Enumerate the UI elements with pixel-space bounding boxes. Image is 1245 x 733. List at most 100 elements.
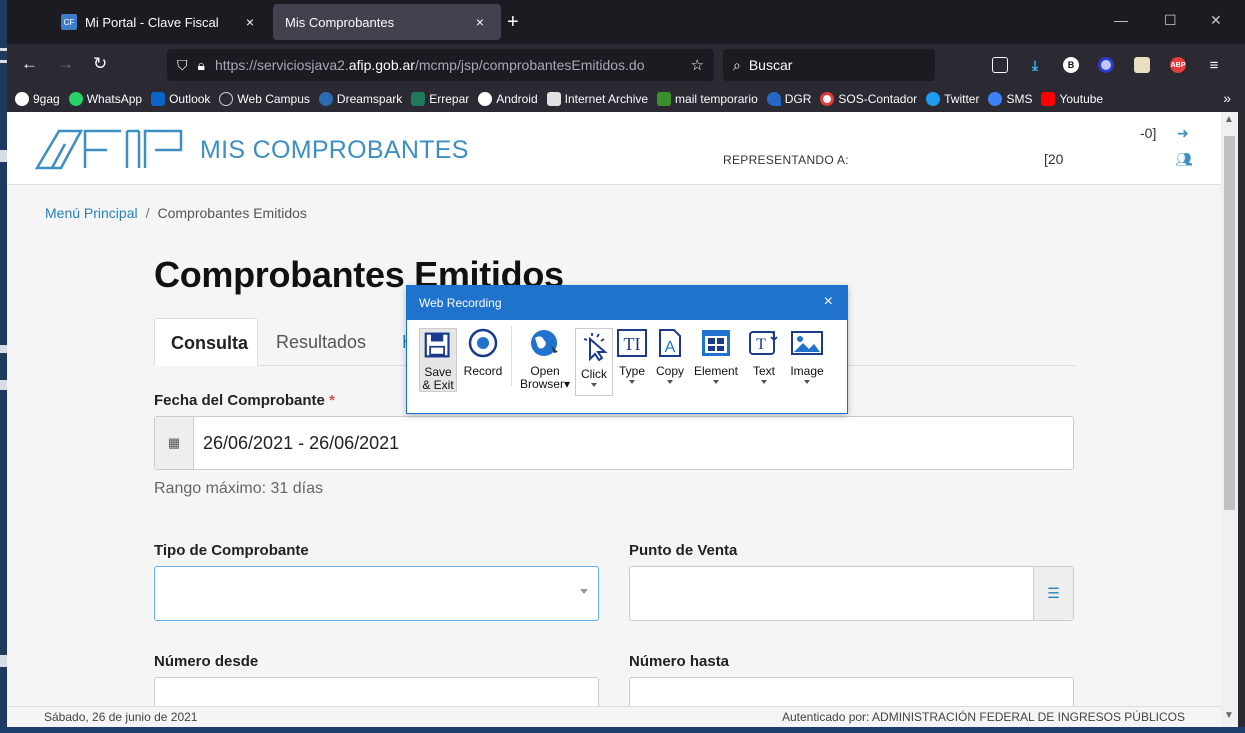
window-close-icon[interactable]: ✕ [1210,12,1222,29]
fecha-value[interactable]: 26/06/2021 - 26/06/2021 [203,433,399,454]
bookmark-9gag[interactable]: 9gag [15,92,60,106]
text-button[interactable]: T Text [745,328,783,384]
bookmark-sms[interactable]: SMS [988,92,1032,106]
breadcrumb-current: Comprobantes Emitidos [157,205,307,221]
copy-button[interactable]: A Copy [653,328,687,384]
copy-label: Copy [655,364,684,378]
breadcrumb-home-link[interactable]: Menú Principal [45,205,138,221]
app-title: MIS COMPROBANTES [200,136,469,164]
represented-cuit-text: [20 [1044,151,1064,167]
type-button[interactable]: TI Type [615,328,649,384]
reload-icon[interactable]: ↻ [93,54,107,74]
bookmark-errepar[interactable]: Errepar [411,92,469,106]
image-icon [791,331,823,355]
bookmark-web-campus[interactable]: Web Campus [219,92,310,106]
users-icon[interactable]: 👥︎ [1175,151,1193,168]
fecha-help-text: Rango máximo: 31 días [154,480,323,497]
bookmark-whatsapp[interactable]: WhatsApp [68,92,142,106]
url-bar[interactable]: ⛉ 🔒︎ https://serviciosjava2.afip.gob.ar/… [167,49,714,81]
logout-icon[interactable]: ➜ [1177,125,1189,142]
minimize-icon[interactable]: — [1114,12,1128,28]
tipo-comprobante-select[interactable] [154,566,599,621]
element-button[interactable]: Element [691,328,741,384]
tab-mis-comprobantes[interactable]: Mis Comprobantes × [273,4,501,40]
image-button[interactable]: Image [787,328,827,384]
maximize-icon[interactable]: ☐ [1164,12,1177,29]
taskbar-edge [0,727,1245,733]
tab-resultados[interactable]: Resultados [260,318,382,366]
bookmark-dreamspark[interactable]: Dreamspark [318,92,402,106]
adblock-plus-icon[interactable]: ABP [1170,57,1186,73]
svg-text:T: T [756,336,766,353]
menu-icon[interactable]: ≡ [1206,57,1222,74]
bookmark-dgr[interactable]: DGR [766,92,811,106]
chevron-down-icon [667,380,673,384]
page-footer: Sábado, 26 de junio de 2021 Autenticado … [7,706,1221,727]
outlook-icon [151,92,166,106]
sms-icon [988,92,1003,106]
chevron-down-icon [580,589,588,594]
close-icon[interactable]: × [824,293,833,311]
forward-arrow-icon[interactable]: → [57,54,74,74]
scroll-down-icon[interactable]: ▼ [1224,710,1234,721]
bookmark-youtube[interactable]: Youtube [1041,92,1103,106]
image-label: Image [790,364,824,378]
extension-cloud-icon[interactable] [1134,57,1150,73]
extension-block-icon[interactable] [1098,57,1114,73]
save-exit-button[interactable]: Save & Exit [419,328,457,392]
lock-icon[interactable]: 🔒︎ [198,57,205,74]
errepar-icon [411,92,426,106]
download-icon[interactable]: ⤓ [1027,57,1043,73]
svg-text:TI: TI [624,334,641,354]
bookmark-outlook[interactable]: Outlook [151,92,210,106]
new-tab-button[interactable]: + [507,12,519,32]
element-grid-icon [702,330,730,356]
back-arrow-icon[interactable]: ← [21,54,38,74]
bookmark-star-icon[interactable]: ☆ [691,56,704,74]
bookmark-internet-archive[interactable]: Internet Archive [546,92,648,106]
calendar-icon[interactable]: ▦ [155,417,194,469]
vertical-scrollbar[interactable]: ▲ ▼ [1221,112,1238,727]
bookmark-sos-contador[interactable]: SOS-Contador [820,92,917,106]
tab-close-icon[interactable]: × [241,14,259,30]
bookmarks-bar: 9gag WhatsApp Outlook Web Campus Dreamsp… [7,86,1245,112]
scrollbar-thumb[interactable] [1224,136,1235,510]
toolbar-separator [511,326,512,386]
svg-text:A: A [665,339,676,356]
extension-b-icon[interactable]: B [1063,57,1079,73]
punto-venta-label: Punto de Venta [629,542,738,559]
scroll-up-icon[interactable]: ▲ [1224,114,1234,125]
chevron-down-icon [591,383,597,387]
numero-hasta-label: Número hasta [629,653,730,670]
url-text: https://serviciosjava2.afip.gob.ar/mcmp/… [214,57,645,73]
browser-tab-strip: CF Mi Portal - Clave Fiscal × Mis Compro… [7,0,1245,44]
bookmark-twitter[interactable]: Twitter [926,92,979,106]
cursor-click-icon [583,333,608,362]
click-button[interactable]: Click [575,328,613,396]
punto-venta-field[interactable]: ☰ [629,566,1074,621]
desktop-sliver [0,0,7,733]
chevron-more-icon[interactable]: » [1223,90,1231,106]
google-icon [478,92,493,106]
tab-consulta[interactable]: Consulta [154,318,258,366]
pocket-icon[interactable] [992,57,1008,73]
open-browser-button[interactable]: Open Browser▾ [519,328,571,391]
tab-close-icon[interactable]: × [471,14,489,30]
copy-document-icon: A [659,329,681,357]
tipo-comprobante-label: Tipo de Comprobante [154,542,309,559]
record-label: Record [463,364,503,378]
fecha-date-range-field[interactable]: ▦ 26/06/2021 - 26/06/2021 [154,416,1074,470]
youtube-icon [1041,92,1056,106]
mail-temp-icon [657,92,672,106]
click-label: Click [581,367,607,381]
shield-icon[interactable]: ⛉ [177,57,188,74]
bookmark-mail-temporario[interactable]: mail temporario [657,92,758,106]
search-placeholder: Buscar [748,57,793,73]
list-icon[interactable]: ☰ [1033,567,1073,620]
record-button[interactable]: Record [463,328,503,378]
search-input[interactable]: ⌕ Buscar [723,49,935,81]
bookmark-android[interactable]: Android [478,92,538,106]
tab-mi-portal[interactable]: CF Mi Portal - Clave Fiscal × [49,4,271,40]
globe-icon [531,330,558,356]
archive-icon [546,92,561,106]
